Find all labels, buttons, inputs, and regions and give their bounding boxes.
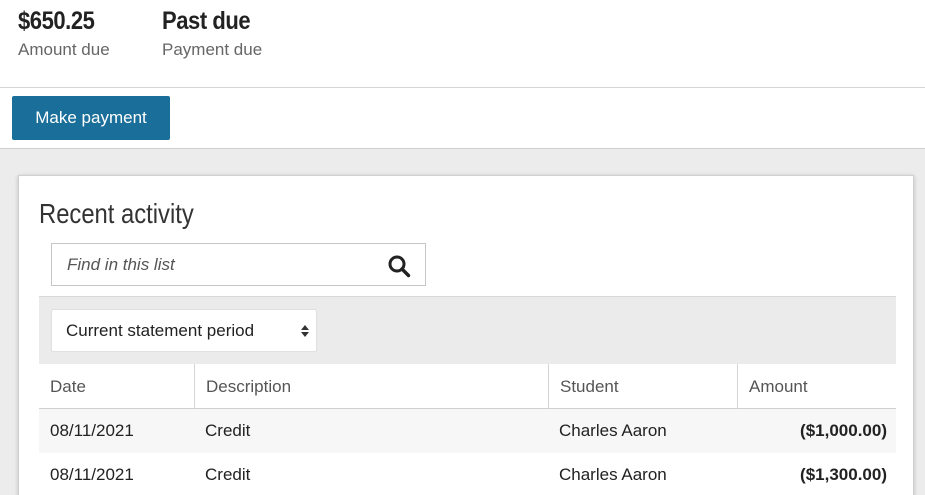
row-amount: ($1,000.00)	[800, 421, 887, 440]
row-date: 08/11/2021	[50, 465, 134, 484]
table-row[interactable]: 08/11/2021 Credit Charles Aaron ($1,300.…	[39, 453, 896, 495]
filter-bar: Current statement period	[39, 296, 896, 364]
payment-due-value: Past due	[162, 7, 251, 35]
recent-activity-title: Recent activity	[39, 198, 194, 229]
row-date: 08/11/2021	[50, 421, 134, 440]
make-payment-button[interactable]: Make payment	[12, 96, 170, 140]
row-description: Credit	[205, 421, 251, 440]
row-amount: ($1,300.00)	[800, 465, 887, 484]
column-header-date[interactable]: Date	[39, 364, 194, 409]
amount-due-value: $650.25	[18, 7, 95, 35]
list-search	[51, 243, 426, 286]
row-student: Charles Aaron	[559, 421, 667, 440]
row-description: Credit	[205, 465, 251, 484]
row-student: Charles Aaron	[559, 465, 667, 484]
amount-due-stat: $650.25 Amount due	[18, 6, 110, 60]
search-input[interactable]	[52, 244, 372, 285]
actions-bar: Make payment	[0, 88, 925, 149]
table-row[interactable]: 08/11/2021 Credit Charles Aaron ($1,000.…	[39, 409, 896, 453]
account-summary: $650.25 Amount due Past due Payment due	[0, 0, 925, 88]
column-header-student[interactable]: Student	[548, 364, 737, 409]
payment-due-stat: Past due Payment due	[162, 6, 262, 60]
activity-table: Date Description Student Amount 08/11/20…	[39, 364, 896, 495]
column-header-description[interactable]: Description	[194, 364, 548, 409]
payment-due-label: Payment due	[162, 40, 263, 59]
up-down-arrows-icon	[301, 325, 309, 337]
recent-activity-card: Recent activity Current statement period…	[18, 175, 914, 495]
table-header: Date Description Student Amount	[39, 364, 896, 409]
statement-period-select[interactable]: Current statement period	[51, 309, 317, 352]
statement-period-selected: Current statement period	[66, 321, 255, 340]
search-icon[interactable]	[387, 254, 411, 278]
amount-due-label: Amount due	[18, 40, 110, 59]
column-header-amount[interactable]: Amount	[737, 364, 896, 409]
